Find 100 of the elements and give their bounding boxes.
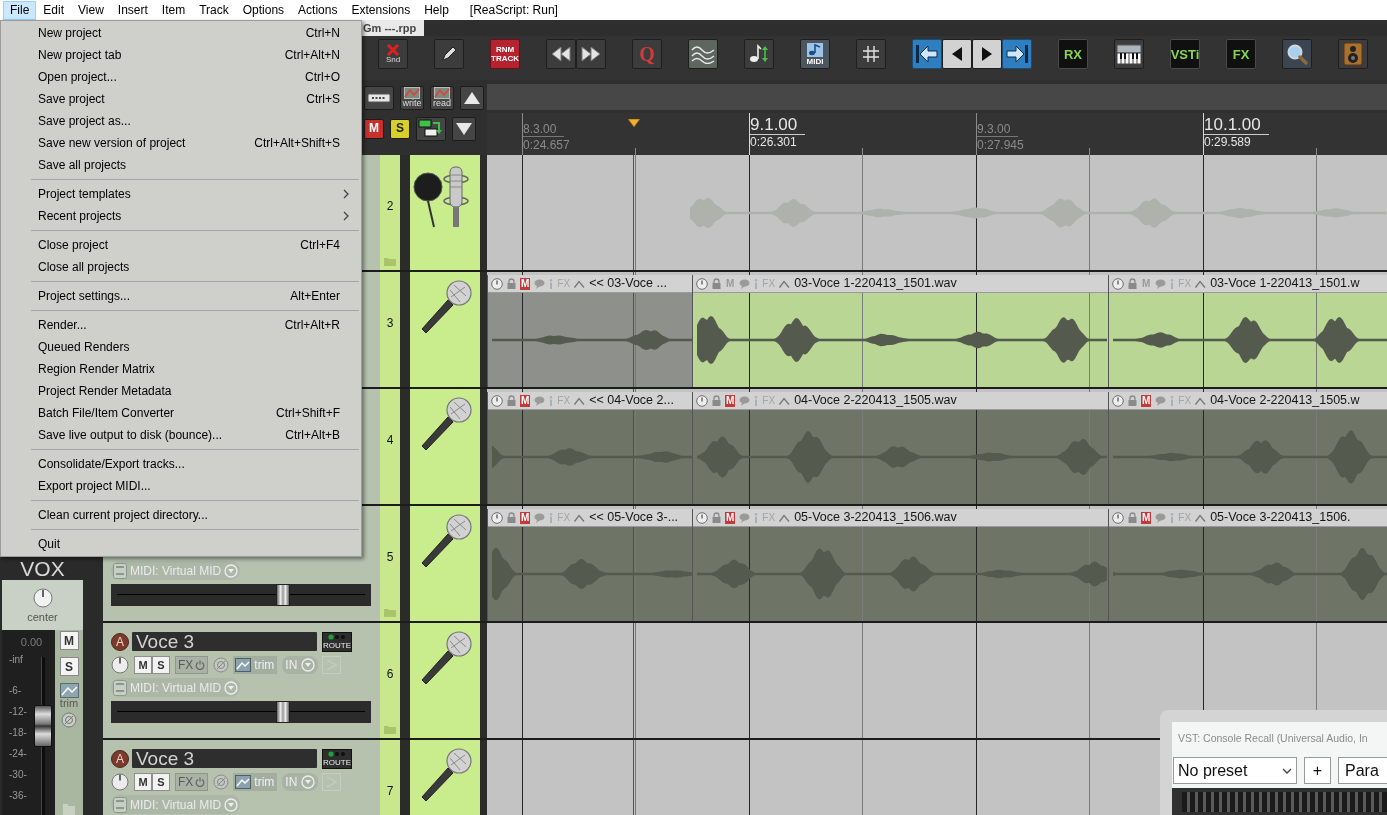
- rewind-button[interactable]: [546, 39, 576, 69]
- caret-up-icon[interactable]: [1195, 279, 1207, 288]
- power-icon[interactable]: [1112, 511, 1124, 524]
- midi-button[interactable]: MIDI: [800, 39, 830, 69]
- solo-all-button[interactable]: S: [390, 118, 410, 139]
- power-icon[interactable]: [491, 277, 503, 290]
- menu-item[interactable]: Recent projects: [1, 205, 361, 227]
- menu-item[interactable]: Save project as...: [1, 110, 361, 132]
- fader-thumb[interactable]: [275, 584, 290, 606]
- plugin-button[interactable]: VSTi: [1170, 39, 1200, 69]
- caret-up-icon[interactable]: [1195, 513, 1207, 522]
- menu-item[interactable]: New project Ctrl+N: [1, 22, 361, 44]
- power-icon[interactable]: [1112, 394, 1124, 407]
- menu-bar-item[interactable]: Track: [192, 0, 236, 20]
- menu-item[interactable]: Close project Ctrl+F4: [1, 234, 361, 256]
- lock-icon[interactable]: [1128, 395, 1137, 406]
- scroll-down-button[interactable]: [452, 116, 476, 141]
- audio-item-body[interactable]: [693, 293, 1108, 387]
- mute-button[interactable]: M: [59, 631, 79, 650]
- caret-up-icon[interactable]: [1195, 396, 1207, 405]
- menu-bar-item[interactable]: Actions: [291, 0, 345, 20]
- plugin-button[interactable]: FX: [1226, 39, 1256, 69]
- menu-bar-item[interactable]: File: [3, 0, 37, 20]
- comment-icon[interactable]: [534, 512, 546, 523]
- caret-up-icon[interactable]: [779, 396, 791, 405]
- comment-icon[interactable]: [739, 278, 751, 289]
- comment-icon[interactable]: [534, 395, 546, 406]
- item-mute-toggle[interactable]: M: [725, 511, 736, 524]
- keyboard-button[interactable]: [1114, 39, 1144, 69]
- lock-icon[interactable]: [712, 395, 721, 406]
- item-mute-toggle[interactable]: M: [520, 277, 531, 290]
- mute-button[interactable]: M: [134, 773, 152, 791]
- item-mute-toggle[interactable]: M: [725, 394, 736, 407]
- rename-track-button[interactable]: RNM TRACK: [490, 39, 520, 69]
- comment-icon[interactable]: [534, 278, 546, 289]
- menu-item[interactable]: Save project Ctrl+S: [1, 88, 361, 110]
- envelope-button[interactable]: [688, 39, 718, 69]
- item-mute-toggle[interactable]: M: [520, 394, 531, 407]
- track-name-field[interactable]: Voce 3: [132, 749, 317, 768]
- record-arm-button[interactable]: A: [111, 749, 129, 768]
- lock-icon[interactable]: [712, 512, 721, 523]
- plugin-button[interactable]: RX: [1058, 39, 1088, 69]
- menu-item[interactable]: New project tab Ctrl+Alt+N: [1, 44, 361, 66]
- menu-item[interactable]: Open project... Ctrl+O: [1, 66, 361, 88]
- power-icon[interactable]: [491, 394, 503, 407]
- menu-item[interactable]: Project Render Metadata: [1, 380, 361, 402]
- routing-button[interactable]: [416, 116, 446, 141]
- lock-icon[interactable]: [712, 278, 721, 289]
- record-arm-button[interactable]: A: [111, 632, 129, 651]
- caret-up-icon[interactable]: [574, 279, 586, 288]
- search-button[interactable]: [1282, 39, 1312, 69]
- volume-knob-icon[interactable]: [111, 773, 129, 791]
- note-button[interactable]: [744, 39, 774, 69]
- marker-button[interactable]: [434, 39, 464, 69]
- lock-icon[interactable]: [507, 278, 516, 289]
- automation-button[interactable]: read: [430, 85, 454, 110]
- fader-thumb[interactable]: [275, 701, 290, 723]
- pan-knob-icon[interactable]: [32, 588, 53, 608]
- menu-item[interactable]: Quit: [1, 533, 361, 555]
- add-preset-button[interactable]: +: [1304, 757, 1331, 784]
- menu-item[interactable]: Render... Ctrl+Alt+R: [1, 314, 361, 336]
- playhead-marker-icon[interactable]: [628, 119, 640, 127]
- comment-icon[interactable]: [739, 512, 751, 523]
- previous-button[interactable]: [942, 39, 972, 69]
- fader-thumb[interactable]: [33, 705, 52, 748]
- mute-button[interactable]: M: [134, 656, 152, 674]
- project-tab[interactable]: Gm ---.rpp: [360, 20, 425, 36]
- solo-button[interactable]: S: [59, 657, 79, 676]
- preset-dropdown[interactable]: No preset: [1173, 757, 1297, 784]
- menu-item[interactable]: Save all projects: [1, 154, 361, 176]
- power-icon[interactable]: [491, 511, 503, 524]
- menu-bar-item[interactable]: Extensions: [344, 0, 418, 20]
- menu-item[interactable]: Save live output to disk (bounce)... Ctrl+Alt+B: [1, 424, 361, 446]
- lock-icon[interactable]: [1128, 278, 1137, 289]
- menu-bar-item[interactable]: Item: [154, 0, 193, 20]
- fast-forward-button[interactable]: [576, 39, 606, 69]
- comment-icon[interactable]: [1155, 395, 1167, 406]
- menu-item[interactable]: Project templates: [1, 183, 361, 205]
- lock-icon[interactable]: [1128, 512, 1137, 523]
- comment-icon[interactable]: [1155, 512, 1167, 523]
- item-mute-toggle[interactable]: M: [1141, 394, 1152, 407]
- comment-icon[interactable]: [739, 395, 751, 406]
- caret-up-icon[interactable]: [574, 396, 586, 405]
- speaker-button[interactable]: [1338, 39, 1368, 69]
- menu-item[interactable]: Batch File/Item Converter Ctrl+Shift+F: [1, 402, 361, 424]
- menu-item[interactable]: Close all projects: [1, 256, 361, 278]
- go-to-start-button[interactable]: [912, 39, 942, 69]
- volume-fader-track[interactable]: [111, 584, 371, 606]
- item-mute-toggle[interactable]: M: [1141, 511, 1152, 524]
- menu-item[interactable]: Export project MIDI...: [1, 475, 361, 497]
- lock-icon[interactable]: [507, 395, 516, 406]
- track-lane[interactable]: [487, 155, 1387, 270]
- automation-button[interactable]: write: [400, 85, 424, 110]
- grid-button[interactable]: [856, 39, 886, 69]
- phase-invert-icon[interactable]: [61, 712, 77, 728]
- go-to-end-button[interactable]: [1002, 39, 1032, 69]
- menu-bar-item[interactable]: Options: [235, 0, 292, 20]
- snap-button[interactable]: Snd: [378, 39, 408, 69]
- next-button[interactable]: [972, 39, 1002, 69]
- volume-knob-icon[interactable]: [111, 656, 129, 674]
